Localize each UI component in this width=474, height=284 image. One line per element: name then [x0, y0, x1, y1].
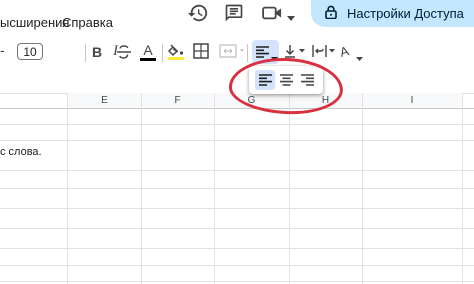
share-button[interactable]: Настройки Доступа	[311, 0, 474, 27]
grid-line	[0, 140, 474, 141]
grid-line	[0, 108, 474, 109]
menu-extensions[interactable]: ысширения	[0, 15, 69, 30]
text-wrapping-icon[interactable]	[312, 44, 336, 63]
grid-line	[0, 265, 474, 266]
fill-color-icon[interactable]	[167, 43, 184, 66]
history-icon[interactable]	[187, 2, 209, 29]
grid-line	[0, 208, 474, 209]
decrease-font-size-button[interactable]: -	[0, 42, 5, 58]
grid-line	[0, 248, 474, 249]
video-call-icon[interactable]	[262, 4, 284, 27]
cell-text[interactable]: с слова.	[0, 146, 42, 158]
grid-line	[0, 188, 474, 189]
lock-icon	[325, 5, 337, 22]
strikethrough-icon[interactable]	[116, 44, 132, 65]
text-color-button[interactable]: A	[140, 42, 156, 61]
toolbar-divider	[85, 44, 86, 62]
bold-button[interactable]: B	[92, 44, 102, 60]
text-rotation-letter: A	[338, 43, 351, 60]
grid-line	[0, 228, 474, 229]
toolbar-divider	[247, 44, 248, 62]
toolbar-divider	[162, 44, 163, 62]
text-color-bar	[140, 58, 156, 61]
grid-line	[0, 281, 474, 282]
text-rotation-button[interactable]: A	[338, 43, 351, 61]
column-header-e[interactable]: E	[68, 93, 141, 108]
menu-help[interactable]: Справка	[62, 15, 113, 30]
chevron-down-icon	[356, 49, 363, 67]
column-header-i[interactable]: I	[362, 93, 462, 108]
font-size-input[interactable]: 10	[17, 43, 43, 60]
grid-line	[0, 124, 474, 125]
borders-icon[interactable]	[193, 43, 209, 64]
column-header-f[interactable]: F	[141, 93, 214, 108]
merge-cells-icon	[219, 44, 245, 63]
chevron-down-icon[interactable]	[287, 9, 295, 27]
share-label: Настройки Доступа	[347, 6, 464, 21]
grid-line	[0, 170, 474, 171]
text-color-letter: A	[143, 42, 153, 58]
comment-icon[interactable]	[224, 3, 244, 28]
